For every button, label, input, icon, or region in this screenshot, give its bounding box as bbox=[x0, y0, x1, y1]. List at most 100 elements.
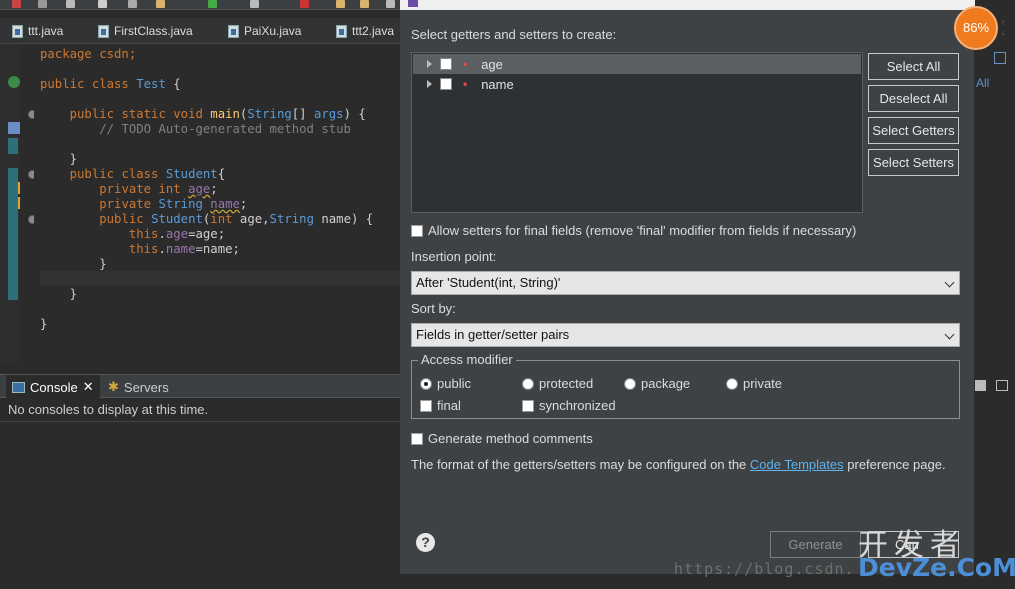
toolbar-icon[interactable] bbox=[156, 0, 165, 8]
toolbar-icon[interactable] bbox=[300, 0, 309, 8]
radio-private[interactable]: private bbox=[726, 376, 782, 391]
generate-button[interactable]: Generate bbox=[770, 531, 861, 558]
tab-label: PaiXu.java bbox=[244, 24, 302, 38]
code-line: public class Test { bbox=[40, 77, 181, 92]
code-text: ; bbox=[210, 182, 218, 196]
code-editor[interactable]: package csdn; public class Test { public… bbox=[34, 44, 400, 364]
toolbar-icon[interactable] bbox=[38, 0, 47, 8]
code-line: } bbox=[40, 287, 77, 302]
close-icon[interactable]: ✕ bbox=[83, 379, 94, 395]
code-type: String bbox=[247, 107, 292, 121]
deselect-all-button[interactable]: Deselect All bbox=[868, 85, 959, 112]
tab-label: ttt.java bbox=[28, 24, 64, 38]
code-function: main bbox=[210, 107, 240, 121]
tab-console[interactable]: Console ✕ bbox=[6, 375, 100, 399]
radio-button[interactable] bbox=[624, 377, 636, 390]
access-modifier-title: Access modifier bbox=[418, 352, 516, 367]
leaf-icon bbox=[8, 76, 20, 88]
code-line: this.name=name; bbox=[40, 242, 240, 257]
console-icon bbox=[12, 381, 25, 393]
sort-by-select[interactable]: Fields in getter/setter pairs bbox=[411, 323, 960, 347]
tab-paixu-java[interactable]: PaiXu.java bbox=[228, 18, 301, 44]
code-line: // TODO Auto-generated method stub bbox=[40, 122, 351, 137]
java-file-icon bbox=[336, 24, 347, 38]
tab-servers[interactable]: ✱ Servers bbox=[108, 375, 169, 399]
toolbar-icon[interactable] bbox=[12, 0, 21, 8]
radio-button[interactable] bbox=[726, 377, 738, 390]
toolbar-icon[interactable] bbox=[386, 0, 395, 8]
fold-ruler bbox=[20, 44, 34, 364]
tree-row-age[interactable]: • age bbox=[413, 54, 861, 74]
help-icon[interactable]: ? bbox=[416, 533, 435, 552]
code-line: } bbox=[40, 317, 47, 332]
toolbar-icon[interactable] bbox=[360, 0, 369, 8]
radio-public[interactable]: public bbox=[420, 376, 471, 391]
editor-gutter bbox=[0, 44, 20, 364]
code-text: [] bbox=[291, 107, 314, 121]
allow-setters-final-checkbox[interactable] bbox=[411, 224, 423, 237]
toolbar-icon[interactable] bbox=[336, 0, 345, 8]
code-line: private String name; bbox=[40, 197, 247, 212]
final-option[interactable]: final bbox=[420, 398, 461, 413]
tab-label: FirstClass.java bbox=[114, 24, 193, 38]
fields-tree[interactable]: • age • name bbox=[411, 52, 863, 213]
expand-arrow-icon[interactable] bbox=[427, 80, 432, 88]
code-keyword: int bbox=[210, 212, 233, 226]
radio-label: protected bbox=[539, 376, 594, 391]
radio-button[interactable] bbox=[420, 377, 432, 390]
console-empty-message: No consoles to display at this time. bbox=[8, 402, 209, 417]
select-setters-button[interactable]: Select Setters bbox=[868, 149, 959, 176]
code-keyword: this bbox=[128, 227, 159, 241]
code-field: age bbox=[165, 227, 189, 241]
code-text: } bbox=[99, 257, 107, 271]
generate-comments-checkbox[interactable] bbox=[411, 432, 423, 445]
code-field: name bbox=[210, 197, 240, 211]
radio-button[interactable] bbox=[522, 377, 534, 390]
tree-row-name[interactable]: • name bbox=[413, 74, 861, 94]
eclipse-icon bbox=[408, 0, 418, 7]
synchronized-checkbox[interactable] bbox=[522, 399, 534, 412]
tab-ttt-java[interactable]: ttt.java bbox=[12, 18, 63, 44]
toolbar-icon[interactable] bbox=[66, 0, 75, 8]
sort-by-label: Sort by: bbox=[411, 301, 456, 316]
generate-comments-option[interactable]: Generate method comments bbox=[411, 431, 593, 446]
code-type: String bbox=[158, 197, 203, 211]
final-checkbox[interactable] bbox=[420, 399, 432, 412]
filter-all-label[interactable]: All bbox=[976, 76, 989, 90]
final-label: final bbox=[437, 398, 461, 413]
code-line: private int age; bbox=[40, 182, 218, 197]
ide-toolbar bbox=[0, 0, 400, 10]
field-checkbox[interactable] bbox=[440, 58, 452, 70]
code-text: age, bbox=[232, 212, 270, 226]
insertion-point-select[interactable]: After 'Student(int, String)' bbox=[411, 271, 960, 295]
field-checkbox[interactable] bbox=[440, 78, 452, 90]
zoom-arrows-icon: ↑ ↓ bbox=[1001, 18, 1005, 37]
select-getters-button[interactable]: Select Getters bbox=[868, 117, 959, 144]
tab-ttt2-java[interactable]: ttt2.java bbox=[336, 18, 394, 44]
zoom-badge[interactable]: 86% bbox=[954, 6, 998, 50]
synchronized-option[interactable]: synchronized bbox=[522, 398, 616, 413]
watermark-url: https://blog.csdn. bbox=[674, 560, 855, 578]
toolbar-icon[interactable] bbox=[208, 0, 217, 8]
java-file-icon bbox=[228, 24, 239, 38]
code-text: =age; bbox=[188, 227, 226, 241]
radio-protected[interactable]: protected bbox=[522, 376, 593, 391]
allow-setters-final-label: Allow setters for final fields (remove '… bbox=[428, 223, 857, 238]
pin-icon[interactable] bbox=[994, 52, 1006, 64]
select-all-button[interactable]: Select All bbox=[868, 53, 959, 80]
toolbar-icon[interactable] bbox=[98, 0, 107, 8]
console-toolbar-icon[interactable] bbox=[996, 380, 1008, 391]
current-line-highlight bbox=[40, 271, 400, 286]
code-text: ) { bbox=[343, 107, 366, 121]
code-text: package csdn; bbox=[40, 47, 137, 61]
expand-arrow-icon[interactable] bbox=[427, 60, 432, 68]
tab-firstclass-java[interactable]: FirstClass.java bbox=[98, 18, 193, 44]
code-templates-link[interactable]: Code Templates bbox=[750, 457, 844, 472]
allow-setters-final-option[interactable]: Allow setters for final fields (remove '… bbox=[411, 223, 856, 238]
radio-label: private bbox=[743, 376, 783, 391]
toolbar-icon[interactable] bbox=[250, 0, 259, 8]
code-text: } bbox=[40, 317, 48, 331]
radio-package[interactable]: package bbox=[624, 376, 690, 391]
toolbar-icon[interactable] bbox=[128, 0, 137, 8]
divider bbox=[0, 421, 400, 422]
